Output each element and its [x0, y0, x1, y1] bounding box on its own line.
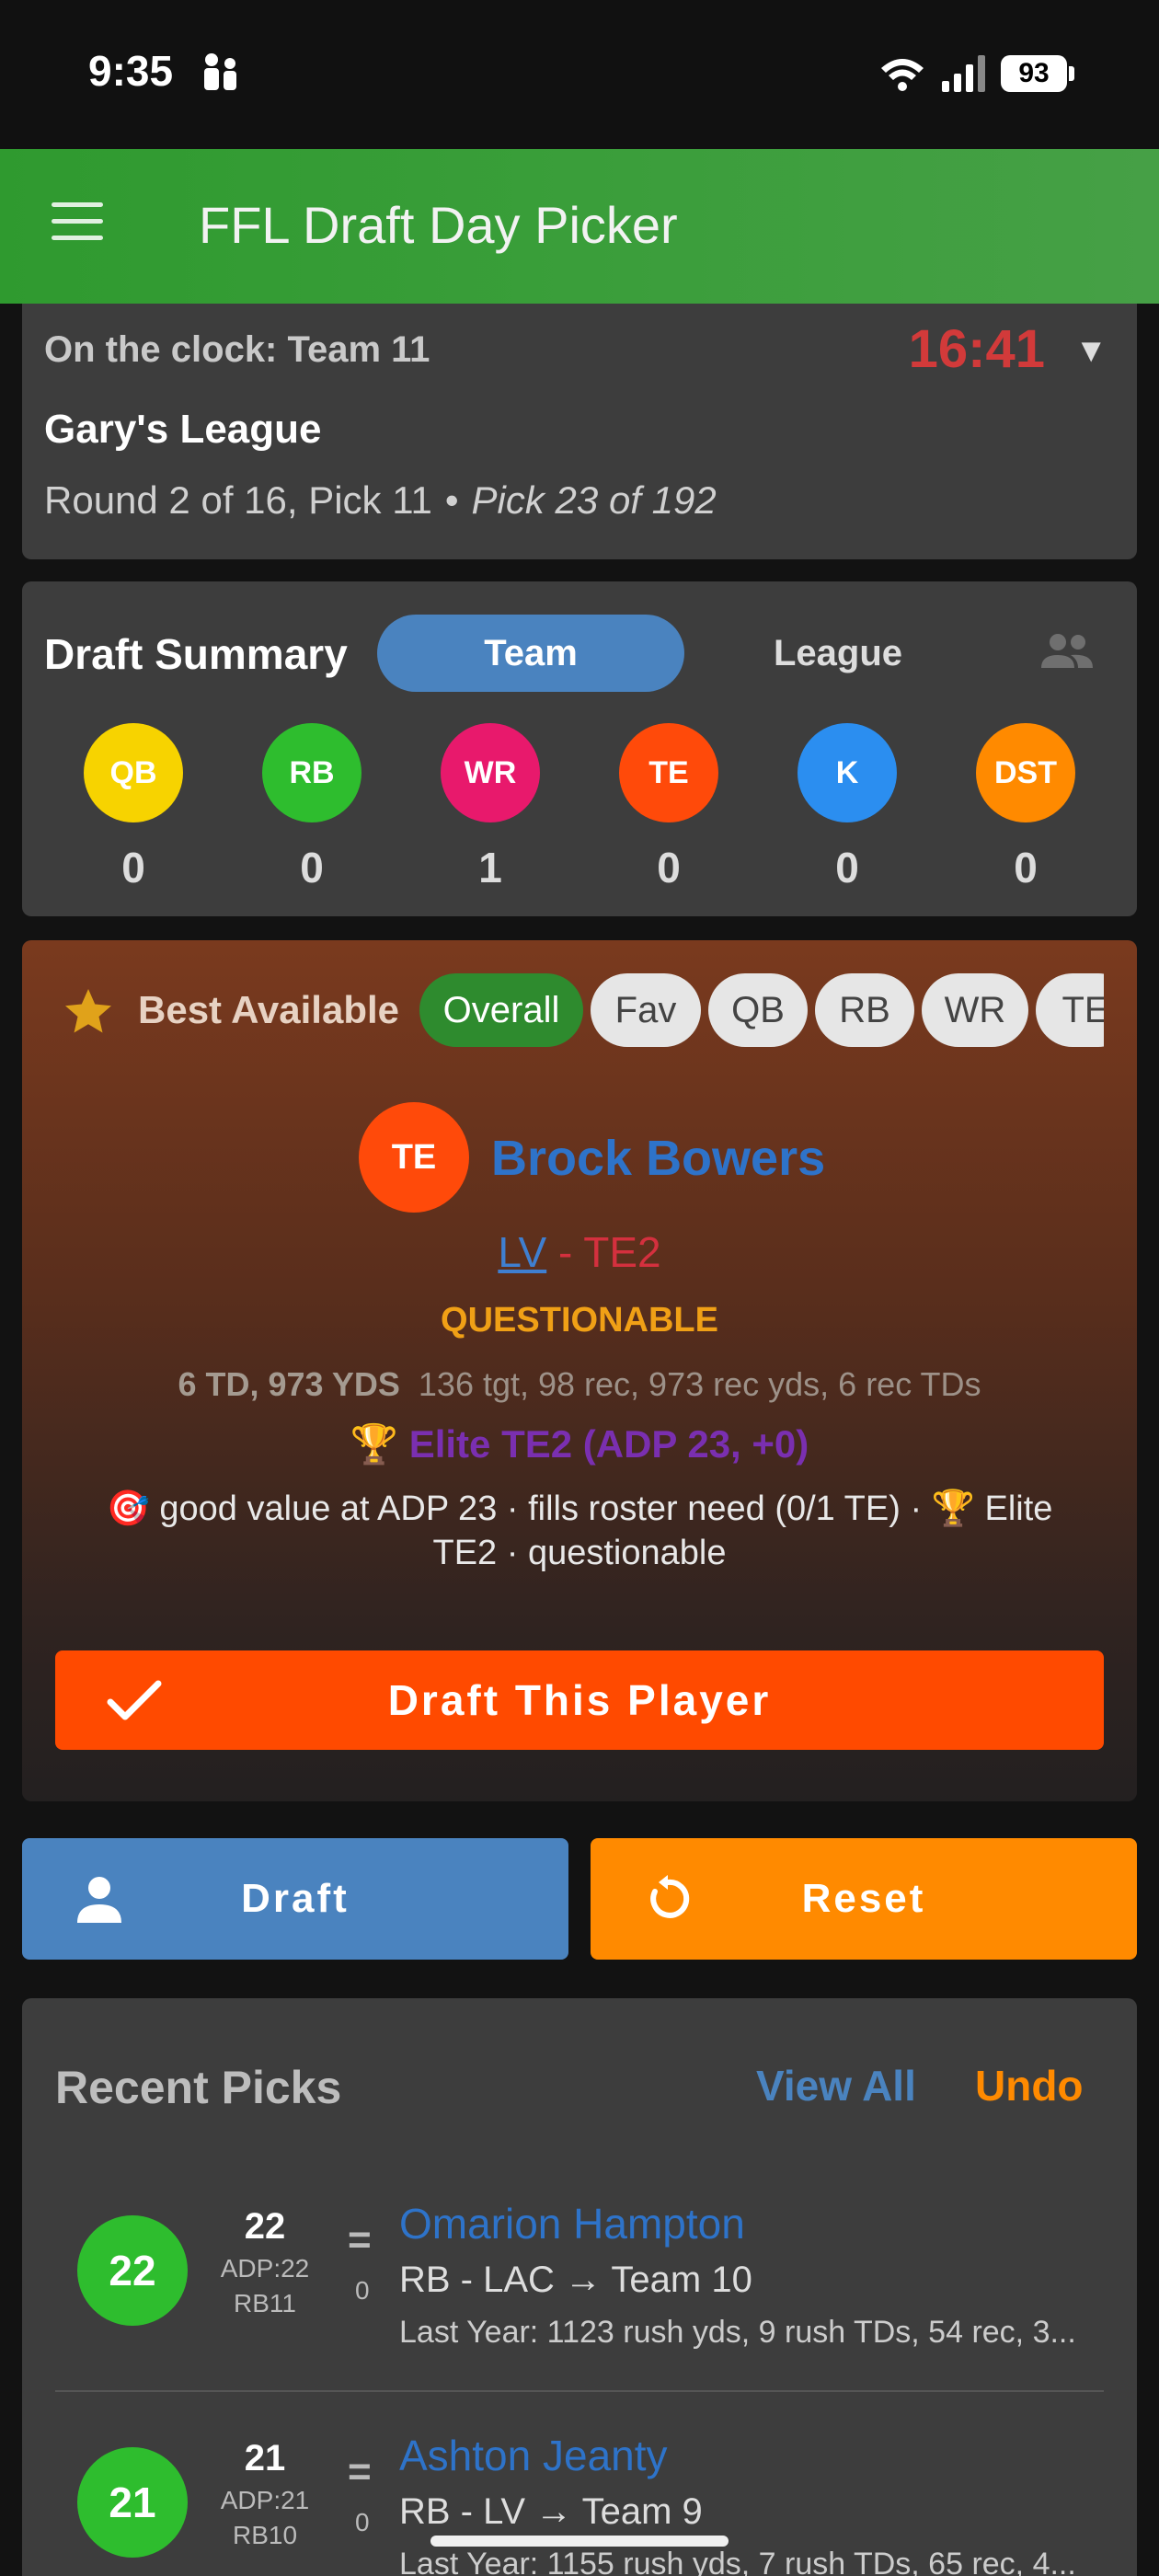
recommendation-reason: 🎯 good value at ADP 23 · fills roster ne… — [106, 1489, 1053, 1572]
tab-league[interactable]: League — [684, 615, 992, 692]
collapse-caret-icon[interactable]: ▼ — [1074, 331, 1107, 370]
position-count: 0 — [300, 844, 324, 891]
pick-row[interactable]: 21 21 ADP:21 RB10 = 0 Ashton Jeanty RB -… — [55, 2394, 1104, 2576]
draft-summary-card: Draft Summary Team League QB 0 RB 0 WR 1… — [22, 581, 1137, 916]
position-badge: K — [798, 723, 897, 822]
pick-last-year: Last Year: 1155 rush yds, 7 rush TDs, 65… — [399, 2547, 1076, 2576]
draft-this-player-label: Draft This Player — [387, 1676, 772, 1724]
separator: • — [444, 478, 459, 522]
pick-player-name[interactable]: Omarion Hampton — [399, 2199, 745, 2248]
draft-button-label: Draft — [241, 1876, 350, 1921]
check-icon — [107, 1680, 162, 1720]
reset-button[interactable]: Reset — [591, 1838, 1137, 1960]
best-available-title: Best Available — [138, 988, 400, 1031]
pick-position-rank: RB11 — [234, 2289, 296, 2317]
filter-chip-row: Best Available Overall Fav QB RB WR TE — [22, 940, 1104, 1087]
player-position-badge: TE — [359, 1102, 469, 1213]
recent-picks-card: Recent Picks View All Undo 22 22 ADP:22 … — [22, 1998, 1137, 2576]
adp-equal-icon: = — [348, 2449, 372, 2494]
status-time: 9:35 — [88, 47, 174, 95]
filter-chip-qb[interactable]: QB — [708, 973, 808, 1047]
filter-chip-te[interactable]: TE — [1036, 973, 1104, 1047]
position-wr: WR 1 — [440, 723, 541, 892]
pick-number-badge: 21 — [77, 2447, 188, 2558]
filter-chip-overall[interactable]: Overall — [419, 973, 583, 1047]
position-count: 0 — [835, 844, 859, 891]
wifi-icon — [881, 59, 924, 91]
reset-icon — [650, 1875, 690, 1918]
recent-picks-title: Recent Picks — [55, 2062, 342, 2113]
position-qb: QB 0 — [83, 723, 184, 892]
on-the-clock-card: On the clock: Team 11 16:41 ▼ Gary's Lea… — [22, 304, 1137, 559]
pick-last-year: Last Year: 1123 rush yds, 9 rush TDs, 54… — [399, 2315, 1076, 2350]
league-name: Gary's League — [44, 407, 322, 452]
draft-this-player-button[interactable]: Draft This Player — [55, 1650, 1104, 1750]
position-te: TE 0 — [618, 723, 719, 892]
injury-status: QUESTIONABLE — [441, 1301, 718, 1340]
battery-indicator: 93 — [1001, 55, 1074, 92]
position-k: K 0 — [797, 723, 898, 892]
undo-link[interactable]: Undo — [975, 2061, 1084, 2110]
tab-team[interactable]: Team — [377, 615, 684, 692]
pick-number-badge: 22 — [77, 2215, 188, 2326]
pick-number: 22 — [244, 2206, 286, 2247]
team-dash: - — [546, 1228, 584, 1276]
app-bar: FFL Draft Day Picker — [0, 149, 1159, 304]
position-badge: RB — [262, 723, 361, 822]
position-count: 0 — [1014, 844, 1038, 891]
pick-team: RB - LAC → Team 10 — [399, 2260, 752, 2300]
reset-button-label: Reset — [801, 1876, 926, 1921]
best-available-card: Best Available Overall Fav QB RB WR TE T… — [22, 940, 1137, 1801]
player-team-line: LV - TE2 — [22, 1227, 1137, 1277]
stats-detail: 136 tgt, 98 rec, 973 rec yds, 6 rec TDs — [418, 1365, 981, 1403]
adp-diff: 0 — [355, 2508, 370, 2536]
player-pos-rank: TE2 — [583, 1228, 661, 1276]
position-badge: DST — [976, 723, 1075, 822]
app-title: FFL Draft Day Picker — [199, 196, 678, 254]
draft-button[interactable]: Draft — [22, 1838, 568, 1960]
pick-row[interactable]: 22 22 ADP:22 RB11 = 0 Omarion Hampton RB… — [55, 2162, 1104, 2392]
position-count: 0 — [121, 844, 145, 891]
position-badge: TE — [619, 723, 718, 822]
player-team-link[interactable]: LV — [498, 1228, 546, 1276]
pick-timer: 16:41 — [908, 319, 1045, 379]
signal-icon — [942, 55, 985, 92]
pick-number: 21 — [244, 2438, 286, 2478]
player-stats: 6 TD, 973 YDS 136 tgt, 98 rec, 973 rec y… — [22, 1365, 1137, 1404]
filter-chip-rb[interactable]: RB — [815, 973, 914, 1047]
elite-tier: 🏆 Elite TE2 (ADP 23, +0) — [350, 1422, 809, 1466]
round-info: Round 2 of 16, Pick 11 • Pick 23 of 192 — [44, 478, 717, 523]
position-count: 1 — [478, 844, 502, 891]
star-icon — [65, 989, 111, 1033]
home-indicator[interactable] — [430, 2536, 729, 2547]
pick-player-name[interactable]: Ashton Jeanty — [399, 2431, 668, 2480]
filter-chip-wr[interactable]: WR — [922, 973, 1028, 1047]
round-text: Round 2 of 16, Pick 11 — [44, 478, 432, 522]
people-icon[interactable] — [1038, 629, 1096, 673]
person-icon — [77, 1877, 121, 1923]
player-name[interactable]: Brock Bowers — [491, 1130, 825, 1187]
position-badge: QB — [84, 723, 183, 822]
position-badge: WR — [441, 723, 540, 822]
view-all-link[interactable]: View All — [756, 2061, 916, 2110]
adp-equal-icon: = — [348, 2217, 372, 2262]
position-rb: RB 0 — [261, 723, 362, 892]
on-the-clock-label: On the clock: Team 11 — [44, 329, 430, 370]
status-bar: 9:35 93 — [0, 0, 1159, 149]
draft-summary-title: Draft Summary — [44, 630, 348, 678]
pick-position-rank: RB10 — [232, 2521, 298, 2549]
adp-diff: 0 — [355, 2276, 370, 2305]
filter-chip-fav[interactable]: Fav — [591, 973, 701, 1047]
pick-team: RB - LV → Team 9 — [399, 2491, 703, 2532]
position-count: 0 — [657, 844, 681, 891]
pick-adp: ADP:22 — [220, 2254, 310, 2283]
overall-pick: Pick 23 of 192 — [471, 478, 717, 522]
stats-summary: 6 TD, 973 YDS — [178, 1365, 400, 1403]
pick-adp: ADP:21 — [220, 2486, 310, 2514]
position-dst: DST 0 — [975, 723, 1076, 892]
menu-icon[interactable] — [52, 202, 103, 243]
family-link-icon — [204, 53, 236, 90]
